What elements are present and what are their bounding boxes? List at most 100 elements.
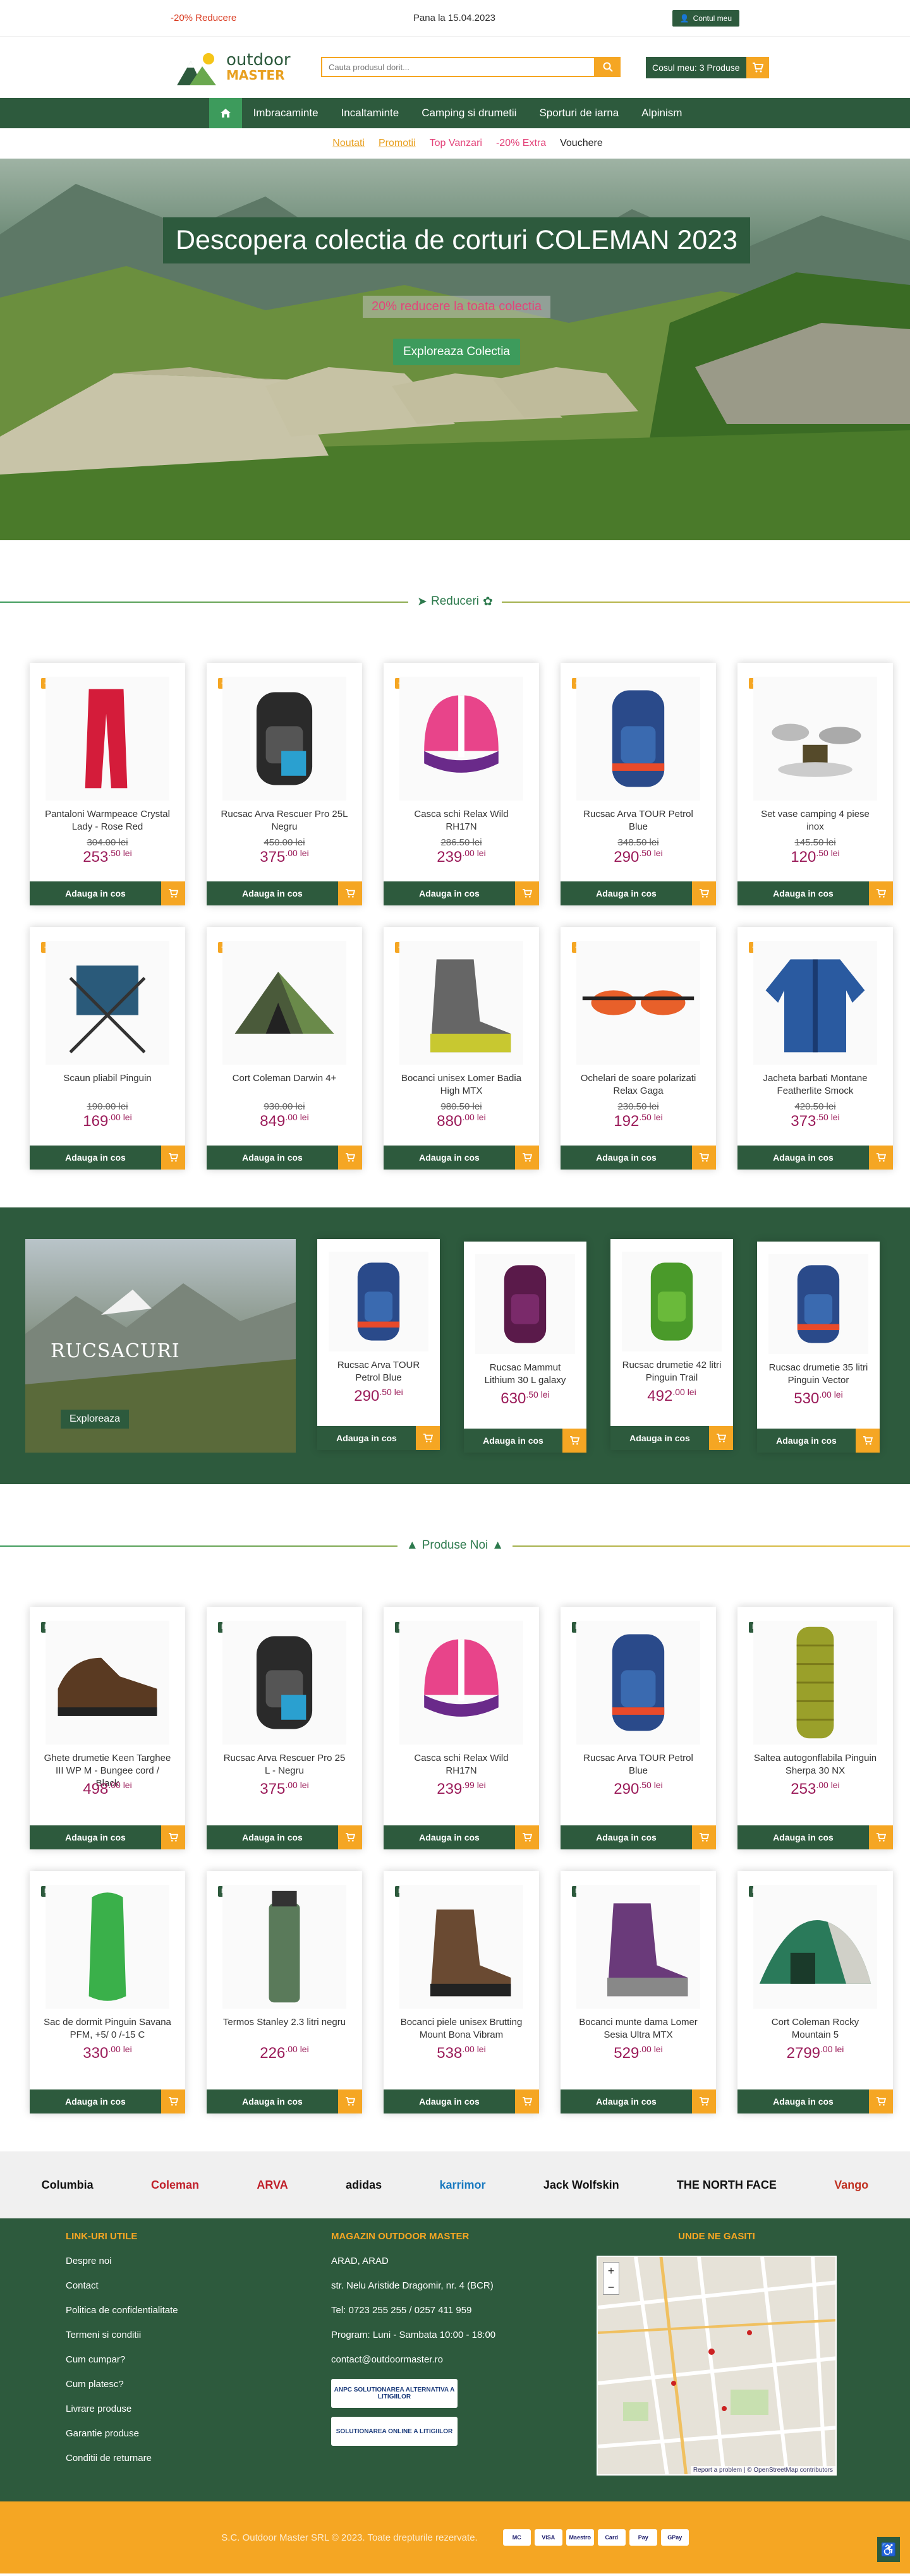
product-card[interactable]: NouBocanci munte dama Lomer Sesia Ultra … bbox=[561, 1871, 716, 2113]
footer-link[interactable]: Conditii de returnare bbox=[66, 2453, 331, 2464]
add-to-cart-button[interactable]: Adauga in cos bbox=[30, 881, 185, 905]
product-name[interactable]: Rucsac Arva Rescuer Pro 25L Negru bbox=[221, 808, 348, 836]
nav-item[interactable]: Camping si drumetii bbox=[410, 98, 528, 128]
product-name[interactable]: Rucsac drumetie 35 litri Pinguin Vector bbox=[768, 1362, 868, 1389]
product-image[interactable] bbox=[753, 677, 877, 801]
add-to-cart-button[interactable]: Adauga in cos bbox=[207, 881, 362, 905]
product-name[interactable]: Rucsac Mammut Lithium 30 L galaxy bbox=[475, 1362, 575, 1389]
add-to-cart-button[interactable]: Adauga in cos bbox=[737, 1825, 893, 1849]
subnav-item[interactable]: Top Vanzari bbox=[430, 138, 482, 149]
rucsacuri-banner[interactable]: RUCSACURI Exploreaza bbox=[25, 1239, 296, 1453]
product-name[interactable]: Scaun pliabil Pinguin bbox=[44, 1072, 171, 1100]
add-to-cart-button[interactable]: Adauga in cos bbox=[317, 1426, 440, 1450]
product-image[interactable] bbox=[753, 1885, 877, 2009]
product-image[interactable] bbox=[222, 1885, 346, 2009]
product-name[interactable]: Rucsac Arva Rescuer Pro 25 L - Negru bbox=[221, 1752, 348, 1780]
subnav-item[interactable]: Noutati bbox=[332, 138, 365, 149]
footer-link[interactable]: Cum cumpar? bbox=[66, 2354, 331, 2365]
add-to-cart-button[interactable]: Adauga in cos bbox=[737, 1146, 893, 1170]
product-name[interactable]: Ghete drumetie Keen Targhee III WP M - B… bbox=[44, 1752, 171, 1789]
product-name[interactable]: Rucsac Arva TOUR Petrol Blue bbox=[574, 808, 702, 836]
product-card[interactable]: Rucsac Mammut Lithium 30 L galaxy 630.50 … bbox=[464, 1242, 586, 1453]
product-card[interactable]: NouSac de dormit Pinguin Savana PFM, +5/… bbox=[30, 1871, 185, 2113]
nav-item[interactable]: Alpinism bbox=[630, 98, 693, 128]
product-image[interactable] bbox=[399, 1885, 523, 2009]
add-to-cart-button[interactable]: Adauga in cos bbox=[207, 1146, 362, 1170]
product-image[interactable] bbox=[222, 941, 346, 1065]
add-to-cart-button[interactable]: Adauga in cos bbox=[464, 1429, 586, 1453]
product-name[interactable]: Sac de dormit Pinguin Savana PFM, +5/ 0 … bbox=[44, 2016, 171, 2044]
product-card[interactable]: -20%Cort Coleman Darwin 4+930.00 lei849.… bbox=[207, 927, 362, 1170]
product-card[interactable]: Rucsac drumetie 35 litri Pinguin Vector 5… bbox=[757, 1242, 880, 1453]
product-name[interactable]: Saltea autogonflabila Pinguin Sherpa 30 … bbox=[751, 1752, 879, 1780]
subnav-item[interactable]: -20% Extra bbox=[496, 138, 546, 149]
product-card[interactable]: NouBocanci piele unisex Brutting Mount B… bbox=[384, 1871, 539, 2113]
product-card[interactable]: -20%Scaun pliabil Pinguin190.00 lei169.0… bbox=[30, 927, 185, 1170]
subnav-item[interactable]: Promotii bbox=[379, 138, 416, 149]
product-image[interactable] bbox=[768, 1254, 868, 1354]
account-button[interactable]: 👤 Contul meu bbox=[672, 9, 739, 27]
product-name[interactable]: Cort Coleman Rocky Mountain 5 bbox=[751, 2016, 879, 2044]
product-name[interactable]: Jacheta barbati Montane Featherlite Smoc… bbox=[751, 1072, 879, 1100]
cart-button[interactable]: Cosul meu: 3 Produse bbox=[646, 57, 769, 78]
add-to-cart-button[interactable]: Adauga in cos bbox=[610, 1426, 733, 1450]
product-image[interactable] bbox=[475, 1254, 575, 1354]
product-card[interactable]: NouRucsac Arva TOUR Petrol Blue290.50 le… bbox=[561, 1607, 716, 1849]
product-card[interactable]: -20%Rucsac Arva TOUR Petrol Blue348.50 l… bbox=[561, 663, 716, 905]
footer-link[interactable]: Garantie produse bbox=[66, 2428, 331, 2439]
brand-logo[interactable]: karrimor bbox=[439, 2179, 485, 2192]
product-name[interactable]: Rucsac drumetie 42 litri Pinguin Trail bbox=[622, 1359, 722, 1387]
product-card[interactable]: NouCasca schi Relax Wild RH17N239.99 lei… bbox=[384, 1607, 539, 1849]
product-image[interactable] bbox=[622, 1252, 722, 1351]
hero-cta-button[interactable]: Exploreaza Colectia bbox=[393, 339, 520, 365]
map-zoom-control[interactable]: + − bbox=[603, 2262, 619, 2295]
product-name[interactable]: Casca schi Relax Wild RH17N bbox=[397, 808, 525, 836]
product-image[interactable] bbox=[222, 1621, 346, 1745]
product-card[interactable]: NouGhete drumetie Keen Targhee III WP M … bbox=[30, 1607, 185, 1849]
product-card[interactable]: Rucsac Arva TOUR Petrol Blue 290.50 lei Ad… bbox=[317, 1239, 440, 1450]
add-to-cart-button[interactable]: Adauga in cos bbox=[207, 1825, 362, 1849]
brand-logo[interactable]: Columbia bbox=[42, 2179, 94, 2192]
footer-link[interactable]: Cum platesc? bbox=[66, 2379, 331, 2390]
product-image[interactable] bbox=[399, 941, 523, 1065]
product-image[interactable] bbox=[576, 1885, 700, 2009]
product-image[interactable] bbox=[222, 677, 346, 801]
add-to-cart-button[interactable]: Adauga in cos bbox=[561, 1146, 716, 1170]
brand-logo[interactable]: ARVA bbox=[257, 2179, 288, 2192]
product-name[interactable]: Set vase camping 4 piese inox bbox=[751, 808, 879, 836]
nav-item[interactable]: Sporturi de iarna bbox=[528, 98, 630, 128]
product-card[interactable]: -20%Set vase camping 4 piese inox145.50 … bbox=[737, 663, 893, 905]
product-card[interactable]: -20%Jacheta barbati Montane Featherlite … bbox=[737, 927, 893, 1170]
footer-link[interactable]: Contact bbox=[66, 2280, 331, 2291]
product-card[interactable]: -20%Casca schi Relax Wild RH17N286.50 le… bbox=[384, 663, 539, 905]
product-image[interactable] bbox=[399, 677, 523, 801]
product-name[interactable]: Bocanci piele unisex Brutting Mount Bona… bbox=[397, 2016, 525, 2044]
product-card[interactable]: Rucsac drumetie 42 litri Pinguin Trail 49… bbox=[610, 1239, 733, 1450]
subnav-item[interactable]: Vouchere bbox=[560, 138, 603, 149]
add-to-cart-button[interactable]: Adauga in cos bbox=[737, 881, 893, 905]
brand-logo[interactable]: THE NORTH FACE bbox=[677, 2179, 777, 2192]
product-image[interactable] bbox=[399, 1621, 523, 1745]
product-image[interactable] bbox=[329, 1252, 428, 1351]
nav-item[interactable]: Incaltaminte bbox=[330, 98, 411, 128]
product-name[interactable]: Bocanci unisex Lomer Badia High MTX bbox=[397, 1072, 525, 1100]
product-card[interactable]: NouRucsac Arva Rescuer Pro 25 L - Negru3… bbox=[207, 1607, 362, 1849]
anpc-sol-badge[interactable]: SOLUTIONAREA ONLINE A LITIGIILOR bbox=[331, 2417, 458, 2446]
footer-link[interactable]: Termeni si conditii bbox=[66, 2330, 331, 2340]
product-image[interactable] bbox=[753, 941, 877, 1065]
footer-link[interactable]: Despre noi bbox=[66, 2256, 331, 2266]
brand-logo[interactable]: Coleman bbox=[151, 2179, 199, 2192]
add-to-cart-button[interactable]: Adauga in cos bbox=[30, 1146, 185, 1170]
product-image[interactable] bbox=[46, 941, 169, 1065]
product-image[interactable] bbox=[576, 1621, 700, 1745]
add-to-cart-button[interactable]: Adauga in cos bbox=[757, 1429, 880, 1453]
add-to-cart-button[interactable]: Adauga in cos bbox=[384, 1825, 539, 1849]
product-name[interactable]: Ochelari de soare polarizati Relax Gaga bbox=[574, 1072, 702, 1100]
add-to-cart-button[interactable]: Adauga in cos bbox=[384, 2089, 539, 2113]
brand-logo[interactable]: Vango bbox=[834, 2179, 868, 2192]
product-image[interactable] bbox=[46, 1621, 169, 1745]
product-card[interactable]: NouCort Coleman Rocky Mountain 52799.00 … bbox=[737, 1871, 893, 2113]
add-to-cart-button[interactable]: Adauga in cos bbox=[30, 1825, 185, 1849]
product-card[interactable]: -20%Ochelari de soare polarizati Relax G… bbox=[561, 927, 716, 1170]
product-name[interactable]: Cort Coleman Darwin 4+ bbox=[221, 1072, 348, 1100]
